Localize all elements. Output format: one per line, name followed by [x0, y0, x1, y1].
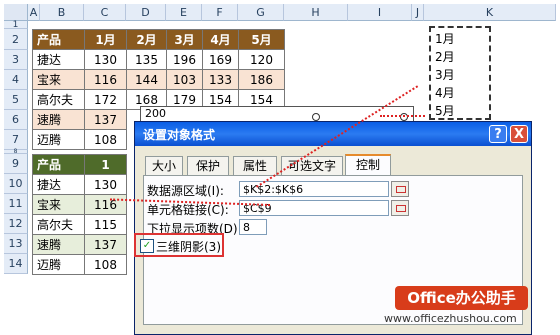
table-cell[interactable]: 高尔夫 [32, 214, 85, 235]
column-header-b[interactable]: B [40, 4, 84, 21]
table-cell[interactable]: 130 [84, 174, 127, 195]
row-header-6[interactable]: 6 [4, 110, 28, 130]
table-row: 捷达 130 [32, 174, 127, 195]
row-header-3[interactable]: 3 [4, 50, 28, 70]
table-cell[interactable]: 捷达 [32, 174, 85, 195]
table-cell[interactable]: 捷达 [32, 49, 85, 70]
table-cell[interactable]: 108 [84, 129, 127, 150]
lookup-table: 产品 1 捷达 130 宝来 116 高尔夫 115 速腾 137 迈腾 108 [32, 154, 127, 275]
resize-handle[interactable] [312, 113, 320, 121]
table-cell[interactable]: 144 [126, 69, 167, 90]
list-item[interactable]: 1月 [435, 30, 485, 48]
column-header-g[interactable]: G [238, 4, 284, 21]
tab-properties[interactable]: 属性 [233, 156, 277, 176]
selected-month-cell[interactable]: 1 [84, 154, 127, 175]
column-header-h[interactable]: H [284, 4, 348, 21]
table-cell[interactable]: 108 [84, 254, 127, 275]
annotation-line [380, 115, 425, 117]
list-item[interactable]: 4月 [435, 84, 485, 102]
table-cell[interactable]: 116 [84, 194, 127, 215]
table-cell[interactable]: 169 [202, 49, 239, 70]
table-cell[interactable]: 迈腾 [32, 254, 85, 275]
table-cell[interactable]: 137 [84, 234, 127, 255]
row-header-4[interactable]: 4 [4, 70, 28, 90]
table-cell[interactable]: 172 [84, 89, 127, 110]
row-header-10[interactable]: 10 [4, 174, 28, 194]
combo-box-value: 200 [145, 107, 166, 120]
shading-checkbox[interactable]: ✓ [140, 239, 154, 253]
table-cell[interactable]: 103 [166, 69, 203, 90]
help-button[interactable]: ? [489, 125, 507, 143]
table-header-cell[interactable]: 3月 [166, 29, 203, 50]
tab-size[interactable]: 大小 [145, 156, 183, 176]
table-cell[interactable]: 133 [202, 69, 239, 90]
close-button[interactable]: X [510, 125, 528, 143]
range-select-icon[interactable] [391, 200, 409, 216]
shading-label: 三维阴影(3) [156, 240, 221, 254]
table-cell[interactable]: 宝来 [32, 69, 85, 90]
cell-link-field[interactable]: $C$9 [239, 200, 389, 216]
table-cell[interactable]: 迈腾 [32, 129, 85, 150]
table-row: 迈腾 108 [32, 254, 127, 275]
shading-option-highlight: ✓ 三维阴影(3) [134, 233, 224, 257]
table-header-cell[interactable]: 产品 [32, 154, 85, 175]
column-header-f[interactable]: F [202, 4, 238, 21]
table-cell[interactable]: 137 [84, 109, 127, 130]
row-header-11[interactable]: 11 [4, 194, 28, 214]
watermark-logo: Office办公助手 [395, 286, 528, 310]
row-header-13[interactable]: 13 [4, 234, 28, 254]
dialog-titlebar[interactable]: 设置对象格式 ? X [135, 122, 531, 146]
list-item[interactable]: 5月 [435, 102, 485, 120]
column-header-d[interactable]: D [126, 4, 166, 21]
source-range-selection[interactable]: 1月 2月 3月 4月 5月 [429, 26, 491, 120]
table-cell[interactable]: 宝来 [32, 194, 85, 215]
watermark-url: www.officezhushou.com [384, 312, 517, 325]
list-item[interactable]: 2月 [435, 48, 485, 66]
list-item[interactable]: 3月 [435, 66, 485, 84]
input-range-label: 数据源区域(I): [147, 184, 224, 198]
table-row: 速腾 137 [32, 234, 127, 255]
table-header-cell[interactable]: 5月 [238, 29, 285, 50]
table-cell[interactable]: 速腾 [32, 234, 85, 255]
row-header-14[interactable]: 14 [4, 254, 28, 274]
select-all-corner[interactable] [4, 4, 28, 21]
table-cell[interactable]: 135 [126, 49, 167, 70]
column-header-a[interactable]: A [28, 4, 40, 21]
dropdown-lines-field[interactable]: 8 [239, 219, 267, 235]
row-header-7[interactable]: 7 [4, 130, 28, 150]
table-header-cell[interactable]: 1月 [84, 29, 127, 50]
column-header-i[interactable]: I [348, 4, 412, 21]
table-header-cell[interactable]: 2月 [126, 29, 167, 50]
range-select-icon[interactable] [391, 181, 409, 197]
row-header-5[interactable]: 5 [4, 90, 28, 110]
table-cell[interactable]: 196 [166, 49, 203, 70]
dialog-title: 设置对象格式 [143, 128, 216, 142]
table-cell[interactable]: 130 [84, 49, 127, 70]
column-header-e[interactable]: E [166, 4, 202, 21]
column-header-j[interactable]: J [412, 4, 424, 21]
column-header-k[interactable]: K [424, 4, 556, 21]
table-cell[interactable]: 120 [238, 49, 285, 70]
table-header-row: 产品 1 [32, 154, 127, 175]
row-header-12[interactable]: 12 [4, 214, 28, 234]
table-cell[interactable]: 116 [84, 69, 127, 90]
table-row: 宝来 116 144 103 133 186 [32, 69, 285, 90]
table-cell[interactable]: 186 [238, 69, 285, 90]
table-header-cell[interactable]: 4月 [202, 29, 239, 50]
table-header-cell[interactable]: 产品 [32, 29, 85, 50]
table-header-row: 产品 1月 2月 3月 4月 5月 [32, 29, 285, 50]
table-cell[interactable]: 高尔夫 [32, 89, 85, 110]
row-header-9[interactable]: 9 [4, 154, 28, 174]
table-row: 捷达 130 135 196 169 120 [32, 49, 285, 70]
table-cell[interactable]: 115 [84, 214, 127, 235]
tab-protection[interactable]: 保护 [187, 156, 229, 176]
table-cell[interactable]: 速腾 [32, 109, 85, 130]
table-row: 高尔夫 115 [32, 214, 127, 235]
row-header-2[interactable]: 2 [4, 29, 28, 50]
tab-control[interactable]: 控制 [345, 154, 391, 176]
row-header-1[interactable]: 1 [4, 21, 28, 30]
column-header-c[interactable]: C [84, 4, 126, 21]
